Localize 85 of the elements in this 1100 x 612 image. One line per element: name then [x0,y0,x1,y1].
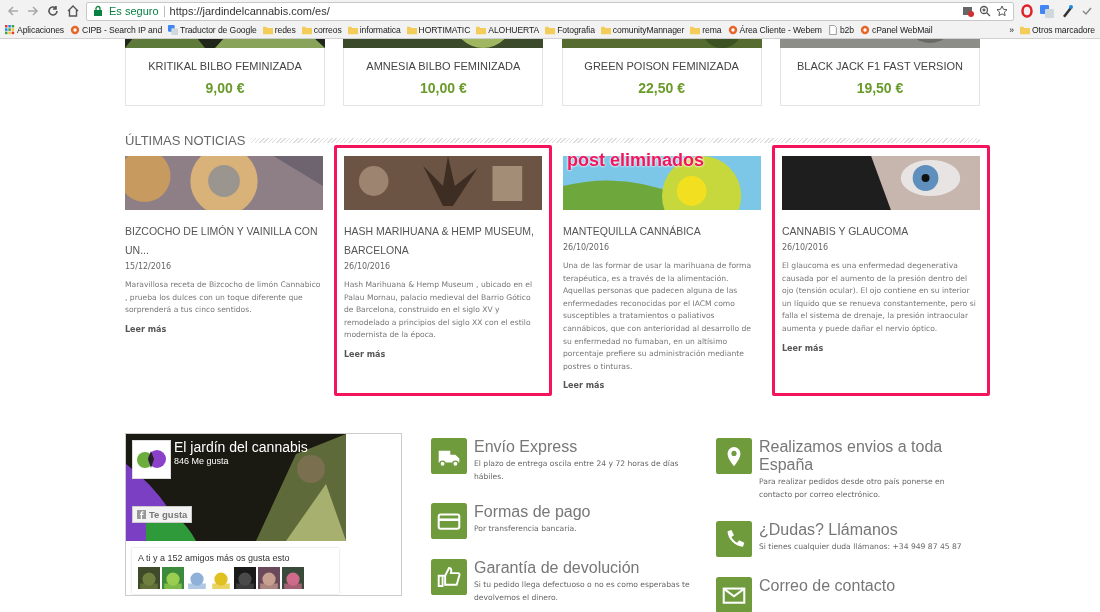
bookmark[interactable]: Traductor de Google [165,25,260,35]
product-name: AMNESIA BILBO FEMINIZADA [366,60,521,72]
logo-icon [132,440,171,479]
bookmark[interactable]: ALOHUERTA [473,25,543,35]
thumb-icon [431,559,467,595]
bookmark[interactable]: Otros marcadore [1017,25,1098,35]
pen-icon[interactable] [1060,4,1074,18]
folder-icon [406,25,417,35]
like-button[interactable]: Te gusta [132,506,193,523]
post-date: 15/12/2016 [125,262,173,271]
bookmark[interactable]: correos [298,25,345,35]
read-more-link[interactable]: Leer más [125,324,167,334]
blocked-icon[interactable] [962,5,974,17]
home-icon[interactable] [66,4,80,18]
post-date: 26/10/2016 [782,243,830,252]
product-price: 10,00 € [419,80,467,96]
product-card[interactable]: KRITIKAL BILBO FEMINIZADA 9,00 € [125,39,325,106]
apps-grid-icon [5,25,15,35]
product-price: 22,50 € [638,80,685,96]
bookmark[interactable]: CIPB - Search IP and [67,25,166,35]
bookmark[interactable]: redes [259,25,299,35]
read-more-link[interactable]: Leer más [782,343,824,353]
truck-icon [431,438,467,474]
translate-icon[interactable] [1040,4,1054,18]
phone-icon [716,521,752,557]
ring-icon[interactable] [1020,4,1034,18]
post-date: 26/10/2016 [563,243,611,252]
star-icon[interactable] [996,5,1008,17]
folder-icon [690,25,701,35]
facebook-icon [137,510,146,519]
post-title[interactable]: HASH MARIHUANA & HEMP MUSEUM, BARCELONA [344,222,542,260]
post-title[interactable]: BIZCOCHO DE LIMÓN Y VAINILLA CON UN... [125,222,323,260]
bookmark[interactable]: Área Cliente - Webem [724,25,825,35]
product-card[interactable]: GREEN POISON FEMINIZADA 22,50 € [561,39,762,106]
card-icon [431,503,467,539]
more-bookmarks-button[interactable]: » [1006,25,1017,35]
folder-icon [301,25,312,35]
folder-icon [347,25,358,35]
feature-title: Correo de contacto [759,577,896,595]
zoom-icon[interactable] [979,5,991,17]
feature-title: Realizamos envios a toda España [759,438,944,474]
folder-icon [262,25,273,35]
bookmark[interactable]: rema [687,25,725,35]
friends-text: A ti y a 152 amigos más os gusta esto [138,553,291,563]
page-name[interactable]: El jardín del cannabis [174,439,308,455]
pin-icon [716,438,752,474]
feature-title: ¿Dudas? Llámanos [759,521,899,539]
bookmark[interactable]: HORTIMATIC [403,25,474,35]
address-bar[interactable]: Es seguro https://jardindelcannabis.com/es/ [86,1,1014,21]
likes-count: 846 Me gusta [174,456,229,466]
site-icon [70,25,81,35]
folder-icon [545,25,556,35]
lock-icon [92,5,104,17]
reload-icon[interactable] [46,4,60,18]
bookmark[interactable]: Aplicaciones [2,25,68,35]
post-title[interactable]: MANTEQUILLA CANNÁBICA [563,222,761,241]
translate-icon [168,25,179,35]
product-price: 9,00 € [205,80,245,96]
bookmark[interactable]: Fotografia [542,25,598,35]
product-name: BLACK JACK F1 FAST VERSION [796,60,963,72]
feature-title: Formas de pago [474,503,591,521]
product-card[interactable]: BLACK JACK F1 FAST VERSION 19,50 € [780,39,980,106]
read-more-link[interactable]: Leer más [344,349,386,359]
folder-icon [600,25,611,35]
bookmark[interactable]: comunityMannager [597,25,688,35]
product-card[interactable]: AMNESIA BILBO FEMINIZADA 10,00 € [343,39,544,106]
folder-icon [476,25,487,35]
feature-title: Envío Express [474,438,579,456]
bookmark[interactable]: informatica [344,25,404,35]
site-icon [727,25,738,35]
url-text: https://jardindelcannabis.com/es/ [169,5,331,17]
product-name: KRITIKAL BILBO FEMINIZADA [148,60,302,72]
page-icon [827,25,838,35]
section-heading: ÚLTIMAS NOTICIAS [125,133,246,148]
site-icon [859,25,870,35]
bookmark[interactable]: cPanel WebMail [856,25,936,35]
folder-icon [1020,25,1030,35]
post-title[interactable]: CANNABIS Y GLAUCOMA [782,222,980,241]
bookmark[interactable]: b2b [824,25,857,35]
post-date: 26/10/2016 [344,262,392,271]
security-label: Es seguro [109,5,159,17]
product-name: GREEN POISON FEMINIZADA [584,60,739,72]
feature-title: Garantía de devolución [474,559,641,577]
product-price: 19,50 € [856,80,904,96]
read-more-link[interactable]: Leer más [563,381,605,391]
